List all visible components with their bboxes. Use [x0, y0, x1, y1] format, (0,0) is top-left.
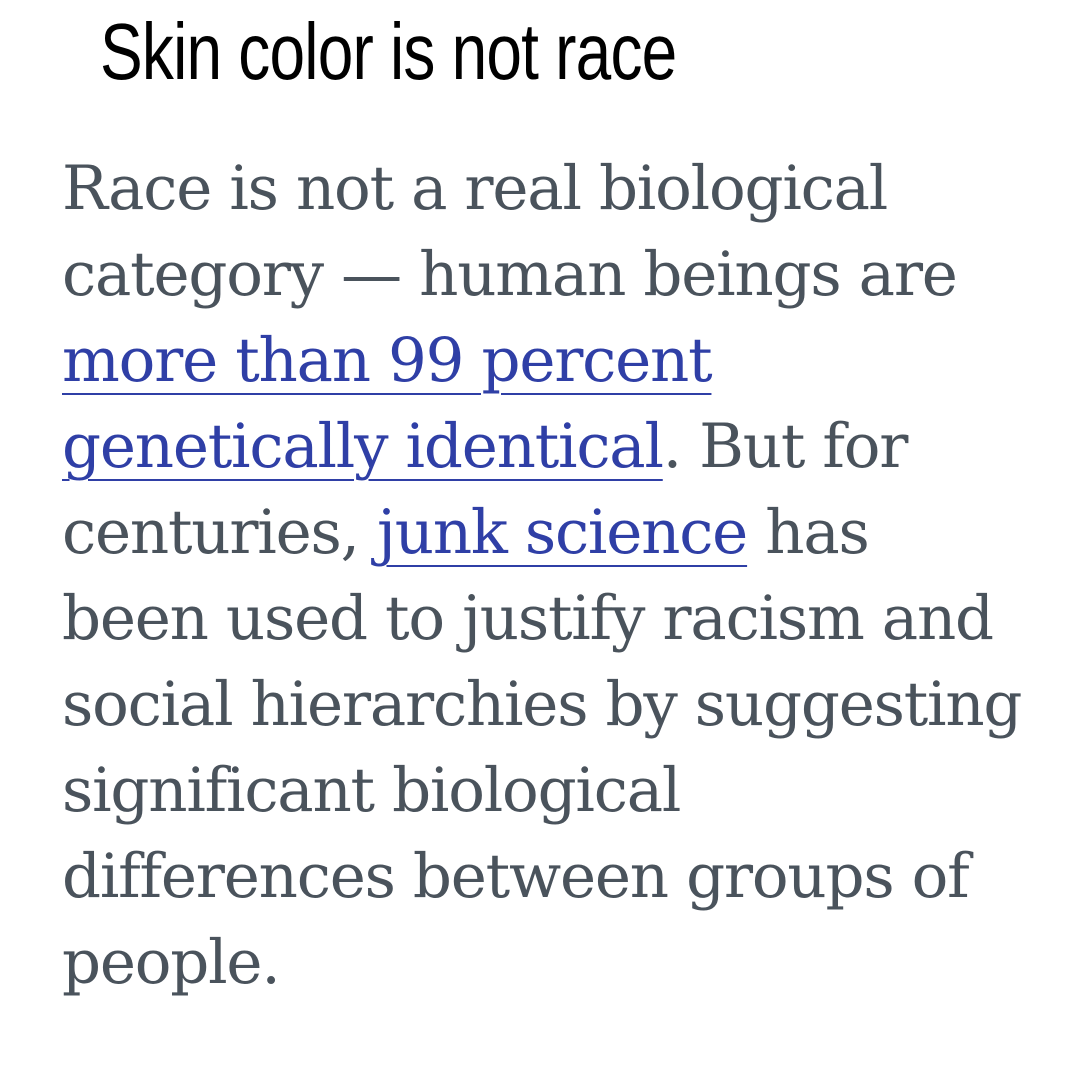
paragraph-line: people.: [62, 927, 281, 998]
genetically-identical-link[interactable]: genetically identical: [62, 411, 664, 482]
paragraph-line: category — human beings are: [62, 239, 958, 310]
paragraph-line: genetically identical. But for: [62, 404, 1062, 490]
paragraph-line: centuries, junk science has: [62, 490, 1062, 576]
article-paragraph: Race is not a real biological category —…: [62, 146, 1062, 1006]
article-heading: Skin color is not race: [100, 7, 677, 96]
paragraph-line: more than 99 percent: [62, 318, 1062, 404]
paragraph-line: Race is not a real biological: [62, 153, 888, 224]
paragraph-text: centuries,: [62, 497, 378, 568]
paragraph-line: social hierarchies by suggesting: [62, 669, 1022, 740]
paragraph-line: differences between groups of: [62, 841, 970, 912]
paragraph-line: significant biological: [62, 755, 681, 826]
junk-science-link[interactable]: junk science: [377, 497, 748, 568]
genetically-identical-link[interactable]: more than 99 percent: [62, 325, 713, 396]
paragraph-line: been used to justify racism and: [62, 583, 994, 654]
paragraph-text: has: [747, 497, 870, 568]
paragraph-text: . But for: [662, 411, 909, 482]
